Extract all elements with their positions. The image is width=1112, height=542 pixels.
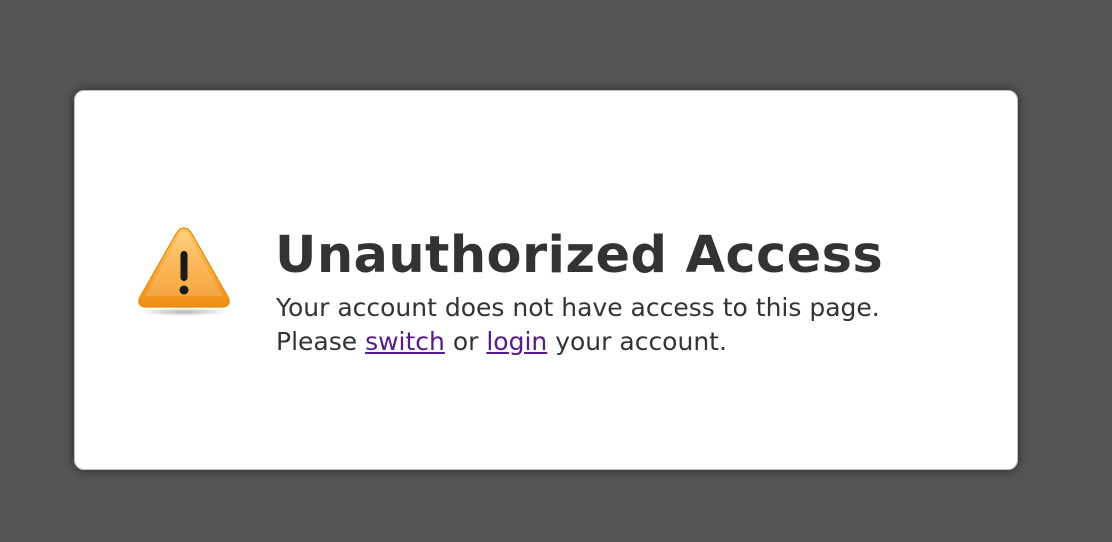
unauthorized-dialog: Unauthorized Access Your account does no… [74, 90, 1018, 470]
message-conjunction: or [444, 327, 487, 356]
login-link[interactable]: login [486, 327, 547, 356]
message-prefix: Please [276, 327, 366, 356]
message-suffix: your account. [547, 327, 727, 356]
switch-account-link[interactable]: switch [365, 327, 445, 356]
access-message: Your account does not have access to thi… [276, 291, 995, 359]
warning-icon [138, 227, 230, 316]
message-line-1: Your account does not have access to thi… [276, 293, 880, 322]
message-line-2: Please switch or login your account. [276, 325, 995, 359]
page-title: Unauthorized Access [275, 226, 884, 285]
message-block: Unauthorized Access Your account does no… [275, 225, 995, 359]
